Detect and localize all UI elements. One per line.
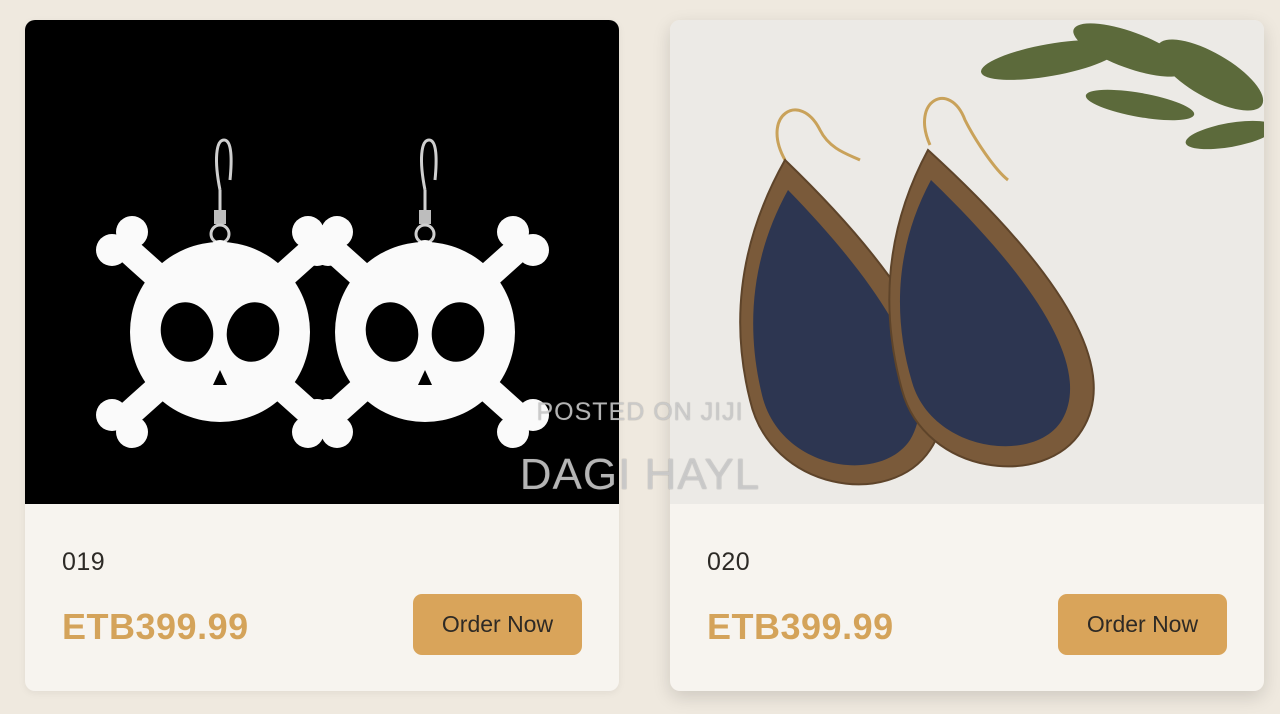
product-price: ETB399.99	[707, 606, 894, 647]
product-code: 020	[707, 548, 751, 576]
order-now-button[interactable]: Order Now	[1058, 594, 1227, 655]
order-now-button[interactable]: Order Now	[413, 594, 582, 655]
product-code: 019	[62, 548, 106, 576]
teardrop-earrings-icon[interactable]	[670, 20, 1264, 504]
skull-earrings-icon[interactable]	[25, 20, 619, 504]
product-card[interactable]: 019 ETB399.99 Order Now	[25, 20, 619, 691]
product-card[interactable]: 020 ETB399.99 Order Now	[670, 20, 1264, 691]
product-price: ETB399.99	[62, 606, 249, 647]
